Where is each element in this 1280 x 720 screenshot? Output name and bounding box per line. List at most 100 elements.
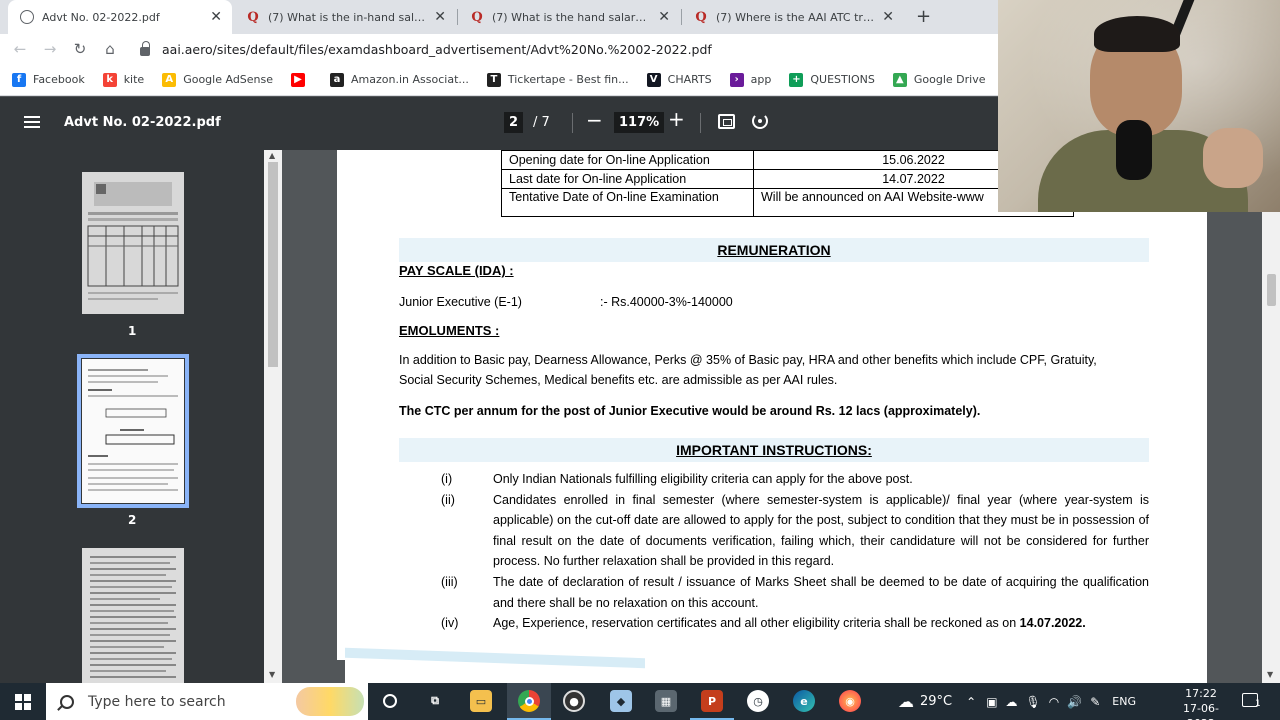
bookmark-item[interactable]: f Facebook [12, 72, 85, 87]
pen-icon[interactable]: ✎ [1090, 695, 1100, 709]
page-thumbnail-1[interactable] [82, 172, 184, 314]
bookmark-item[interactable]: ▲ Google Drive [892, 72, 986, 87]
forward-icon[interactable]: → [40, 40, 60, 58]
close-tab-icon[interactable]: ✕ [882, 9, 894, 25]
bookmark-label: Google Drive [913, 73, 986, 86]
bookmark-item[interactable]: a Amazon.in Associat... [330, 72, 469, 87]
clock-time: 17:22 [1185, 687, 1217, 700]
zoom-level-input[interactable]: 117% [614, 112, 665, 133]
thumbnail-page-2-preview [88, 369, 178, 491]
webcam-overlay [998, 0, 1280, 212]
powerpoint-icon[interactable]: P [701, 690, 723, 712]
chevron-up-icon[interactable]: ⌃ [966, 695, 976, 709]
quora-icon: Q [247, 9, 259, 25]
chrome-icon[interactable] [518, 690, 540, 712]
fit-to-page-icon[interactable] [718, 114, 735, 129]
cortana-icon[interactable] [379, 690, 401, 712]
emoluments-heading: EMOLUMENTS : [399, 323, 500, 338]
page-number-input[interactable]: 2 [504, 112, 524, 133]
page-thumbnail-2[interactable] [82, 359, 184, 503]
task-view-icon[interactable]: ⧉ [424, 690, 446, 712]
tab-quora-3[interactable]: Q (7) Where is the AAI ATC training ✕ [682, 0, 904, 34]
bookmark-item[interactable]: › app [729, 72, 771, 87]
close-tab-icon[interactable]: ✕ [434, 9, 446, 25]
scroll-down-arrow[interactable]: ▼ [269, 670, 275, 679]
windows-start-icon[interactable] [15, 694, 31, 710]
tab-pdf[interactable]: Advt No. 02-2022.pdf ✕ [8, 0, 232, 34]
list-item: (iii) The date of declaration of result … [441, 572, 1149, 613]
ctc-text: The CTC per annum for the post of Junior… [399, 404, 981, 418]
bookmark-label: kite [123, 73, 145, 86]
weather-temp[interactable]: 29°C [920, 694, 952, 709]
sheets-icon: + [789, 72, 804, 87]
scroll-down-arrow[interactable]: ▼ [1267, 670, 1273, 679]
document-scroll-thumb[interactable] [1267, 274, 1276, 306]
taskbar-search-box[interactable]: Type here to search [46, 683, 368, 720]
microphone-icon[interactable]: 🎙 [1026, 695, 1041, 709]
scroll-up-arrow[interactable]: ▲ [269, 151, 275, 160]
list-item-text: Age, Experience, reservation certificate… [493, 613, 1149, 634]
notification-count: 1 [1255, 699, 1261, 709]
instructions-heading: IMPORTANT INSTRUCTIONS: [399, 438, 1149, 462]
onedrive-icon[interactable]: ☁ [1006, 695, 1018, 709]
camera-icon[interactable]: ▣ [986, 695, 997, 709]
file-explorer-icon[interactable]: ▭ [470, 690, 492, 712]
tab-quora-2[interactable]: Q (7) What is the hand salary of aa ✕ [458, 0, 680, 34]
bookmark-label: QUESTIONS [810, 73, 875, 86]
sidebar-scrollbar[interactable]: ▲ ▼ [264, 150, 282, 683]
menu-icon[interactable] [24, 116, 40, 128]
adsense-icon: A [162, 72, 177, 87]
address-bar[interactable]: aai.aero/sites/default/files/examdashboa… [140, 38, 712, 60]
clock-date: 17-06-2022 [1183, 702, 1219, 720]
document-scrollbar[interactable]: ▼ [1262, 150, 1280, 683]
bookmark-item[interactable]: V CHARTS [646, 72, 712, 87]
calculator-icon[interactable]: ▦ [655, 690, 677, 712]
wifi-icon[interactable]: ◠ [1049, 695, 1059, 709]
firefox-icon[interactable]: ◉ [839, 690, 861, 712]
list-item-number: (ii) [441, 492, 455, 507]
quora-icon: Q [471, 9, 483, 25]
thumbnail-page-1-preview [87, 182, 179, 300]
back-icon[interactable]: ← [10, 40, 30, 58]
tab-title: Advt No. 02-2022.pdf [42, 10, 160, 24]
drive-icon: ▲ [892, 72, 907, 87]
table-cell: Last date for On-line Application [501, 169, 754, 189]
page-total: / 7 [533, 115, 550, 130]
bookmark-item[interactable]: + QUESTIONS [789, 72, 875, 87]
taskbar-clock[interactable]: 17:22 17-06-2022 [1170, 686, 1232, 720]
bookmark-label: CHARTS [667, 73, 712, 86]
bookmark-item[interactable]: ▶ [291, 72, 312, 87]
app-icon[interactable]: ◆ [610, 690, 632, 712]
close-tab-icon[interactable]: ✕ [210, 9, 222, 25]
pdf-page-3-top [345, 647, 1207, 683]
url-text: aai.aero/sites/default/files/examdashboa… [162, 41, 712, 57]
document-title: Advt No. 02-2022.pdf [64, 115, 221, 130]
obs-icon[interactable]: ● [563, 690, 585, 712]
volume-icon[interactable]: 🔊 [1067, 695, 1082, 709]
edge-icon[interactable]: e [793, 690, 815, 712]
tab-title: (7) What is the hand salary of aa [492, 10, 652, 24]
new-tab-button[interactable]: + [916, 6, 931, 27]
document-viewport: Opening date for On-line Application 15.… [282, 150, 1280, 683]
sidebar-scroll-thumb[interactable] [268, 162, 278, 367]
weather-icon[interactable]: ☁ [898, 692, 914, 711]
table-row: Opening date for On-line Application 15.… [501, 150, 1074, 170]
quora-icon: Q [695, 9, 707, 25]
rotate-icon[interactable] [752, 113, 768, 129]
instructions-list: (i) Only Indian Nationals fulfilling eli… [441, 469, 1149, 634]
zoom-in-button[interactable]: + [668, 107, 685, 131]
alarm-icon[interactable]: ◷ [747, 690, 769, 712]
page-thumbnail-3[interactable] [82, 548, 184, 683]
bookmark-item[interactable]: k kite [102, 72, 145, 87]
bookmark-item[interactable]: T Tickertape - Best fin... [486, 72, 629, 87]
bookmark-item[interactable]: A Google AdSense [162, 72, 273, 87]
search-icon [60, 694, 74, 709]
important-dates-table: Opening date for On-line Application 15.… [501, 150, 1074, 217]
language-indicator[interactable]: ENG [1112, 695, 1136, 708]
close-tab-icon[interactable]: ✕ [658, 9, 670, 25]
home-icon[interactable]: ⌂ [100, 40, 120, 58]
zoom-out-button[interactable]: − [586, 108, 603, 132]
reload-icon[interactable]: ↻ [70, 40, 90, 58]
thumbnail-label: 2 [128, 513, 137, 527]
tab-quora-1[interactable]: Q (7) What is the in-hand salary of ✕ [234, 0, 456, 34]
